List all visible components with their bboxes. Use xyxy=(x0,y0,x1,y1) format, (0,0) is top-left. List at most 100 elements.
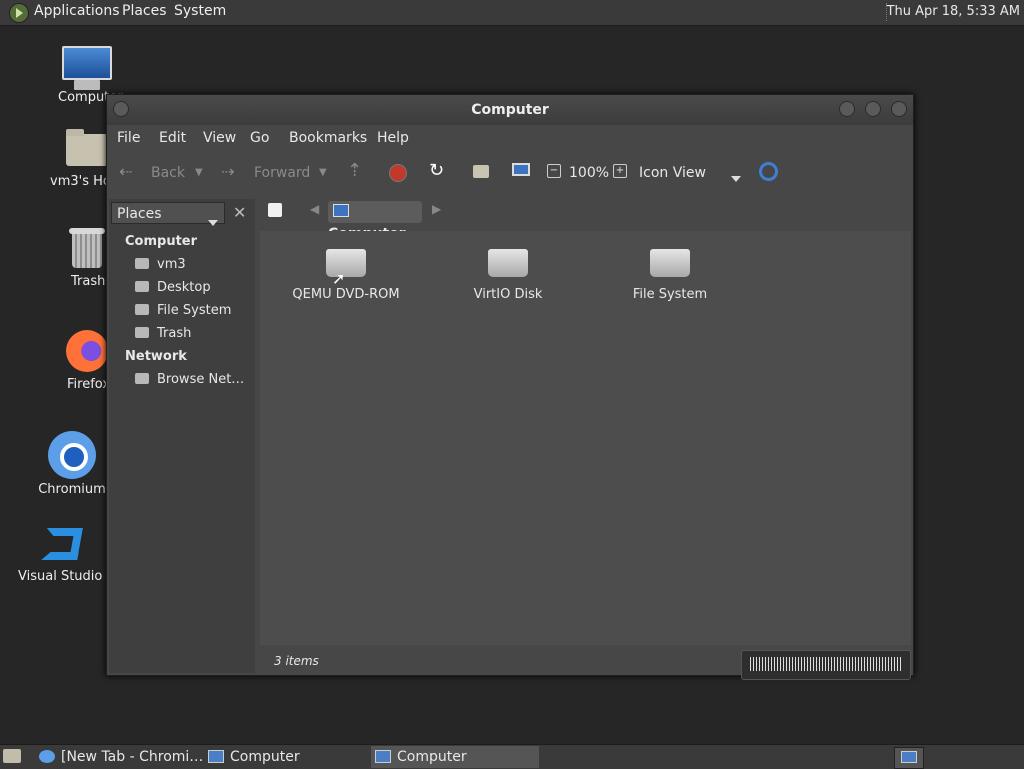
system-menu[interactable]: System xyxy=(174,3,226,19)
top-panel: Applications Places System Thu Apr 18, 5… xyxy=(0,0,1024,26)
sidebar-item-trash[interactable]: Trash xyxy=(135,326,191,341)
view-mode-select[interactable]: Icon View xyxy=(639,165,706,181)
menu-bookmarks[interactable]: Bookmarks xyxy=(289,130,367,146)
resize-grip[interactable] xyxy=(741,650,911,680)
home-icon[interactable] xyxy=(473,165,489,178)
sidebar-item-label: Trash xyxy=(157,326,192,341)
sidebar-heading-network: Network xyxy=(125,349,187,364)
sidebar-item-browse-network[interactable]: Browse Net… xyxy=(135,372,244,387)
places-menu[interactable]: Places xyxy=(122,3,167,19)
file-view[interactable]: QEMU DVD-ROM VirtIO Disk File System ➚ xyxy=(260,231,911,645)
computer-icon xyxy=(62,46,112,80)
sidebar-item-label: vm3 xyxy=(157,257,186,272)
applications-menu[interactable]: Applications xyxy=(34,3,120,19)
up-icon[interactable]: ⇡ xyxy=(347,160,362,181)
desktop-icon-vscode[interactable]: Visual Studio Code xyxy=(18,522,106,584)
maximize-button[interactable] xyxy=(865,101,881,117)
network-icon xyxy=(135,373,149,384)
path-bar: ◀ Computer ▶ xyxy=(260,195,911,242)
workspace-switcher[interactable] xyxy=(894,747,924,769)
taskbar-item-computer-active[interactable]: Computer xyxy=(371,746,539,768)
file-item-label: File System xyxy=(632,287,708,302)
bottom-panel: [New Tab - Chromi… Computer Computer xyxy=(0,744,1024,769)
menu-view[interactable]: View xyxy=(203,130,236,146)
menu-go[interactable]: Go xyxy=(250,130,269,146)
file-item-qemu-dvd-rom[interactable]: QEMU DVD-ROM xyxy=(281,249,411,302)
taskbar-item-chromium[interactable]: [New Tab - Chromi… xyxy=(35,746,221,768)
desktop-folder-icon xyxy=(135,281,149,292)
computer-icon[interactable] xyxy=(512,163,530,176)
applications-logo-icon[interactable] xyxy=(9,3,29,23)
file-item-label: VirtIO Disk xyxy=(473,287,543,302)
sidebar-item-desktop[interactable]: Desktop xyxy=(135,280,211,295)
taskbar-item-label: [New Tab - Chromi… xyxy=(61,749,204,765)
sidebar-item-label: Desktop xyxy=(157,280,211,295)
back-button[interactable]: Back xyxy=(151,165,185,181)
path-scroll-left[interactable]: ◀ xyxy=(310,202,319,216)
zoom-in-icon[interactable]: + xyxy=(613,164,627,178)
desktop-icon-label: Visual Studio Code xyxy=(18,569,106,584)
back-history-dropdown[interactable]: ▼ xyxy=(195,167,203,178)
resize-grip-bars xyxy=(750,657,902,671)
sidebar: Places ✕ Computer vm3 Desktop File Syste… xyxy=(109,199,255,673)
menu-help[interactable]: Help xyxy=(377,130,409,146)
drive-icon xyxy=(135,304,149,315)
trash-icon xyxy=(135,327,149,338)
computer-icon xyxy=(333,204,349,217)
taskbar-item-label: Computer xyxy=(230,749,300,765)
file-item-label: QEMU DVD-ROM xyxy=(292,287,400,302)
taskbar-item-label: Computer xyxy=(397,749,467,765)
home-folder-icon xyxy=(66,129,108,166)
chromium-icon xyxy=(39,750,55,763)
path-scroll-right[interactable]: ▶ xyxy=(432,202,441,216)
places-selector-label: Places xyxy=(117,206,162,222)
places-selector[interactable]: Places xyxy=(111,202,225,226)
zoom-out-icon[interactable]: − xyxy=(547,164,561,178)
toolbar: ⇠ Back ▼ ⇢ Forward ▼ ⇡ ↻ − 100% + Icon V… xyxy=(107,152,913,194)
file-manager-window[interactable]: Computer File Edit View Go Bookmarks Hel… xyxy=(106,94,914,676)
sidebar-item-file-system[interactable]: File System xyxy=(135,303,231,318)
sidebar-item-label: Browse Net… xyxy=(157,372,245,387)
firefox-icon xyxy=(66,330,108,372)
computer-icon xyxy=(208,750,224,763)
zoom-level[interactable]: 100% xyxy=(569,165,609,181)
sidebar-close-icon[interactable]: ✕ xyxy=(233,203,246,222)
window-titlebar[interactable]: Computer xyxy=(107,95,913,125)
chromium-icon xyxy=(48,431,96,479)
file-item-virtio-disk[interactable]: VirtIO Disk xyxy=(443,249,573,302)
forward-history-dropdown[interactable]: ▼ xyxy=(319,167,327,178)
status-text: 3 items xyxy=(274,654,319,668)
hard-disk-icon xyxy=(650,249,690,277)
view-mode-dropdown[interactable] xyxy=(731,170,741,186)
minimize-button[interactable] xyxy=(839,101,855,117)
home-folder-icon xyxy=(135,258,149,269)
trash-icon xyxy=(69,228,105,268)
path-button-computer[interactable]: Computer xyxy=(328,201,422,242)
menu-edit[interactable]: Edit xyxy=(159,130,186,146)
sidebar-item-label: File System xyxy=(157,303,232,318)
forward-button[interactable]: Forward xyxy=(254,165,310,181)
mouse-cursor-icon: ➚ xyxy=(332,269,346,288)
forward-arrow-icon: ⇢ xyxy=(221,162,235,181)
show-desktop-icon[interactable] xyxy=(3,749,21,763)
stop-icon[interactable] xyxy=(389,164,407,182)
close-button[interactable] xyxy=(891,101,907,117)
window-title: Computer xyxy=(471,102,549,118)
window-menu-button[interactable] xyxy=(113,101,129,117)
menubar: File Edit View Go Bookmarks Help xyxy=(107,125,913,151)
vscode-icon xyxy=(40,522,84,566)
menu-file[interactable]: File xyxy=(117,130,140,146)
sidebar-heading-computer: Computer xyxy=(125,234,198,249)
chevron-down-icon xyxy=(731,176,741,182)
taskbar-item-computer[interactable]: Computer xyxy=(204,746,390,768)
edit-location-icon[interactable] xyxy=(268,203,282,217)
sidebar-item-vm3[interactable]: vm3 xyxy=(135,257,186,272)
reload-icon[interactable]: ↻ xyxy=(429,160,444,181)
clock[interactable]: Thu Apr 18, 5:33 AM xyxy=(887,4,1020,19)
back-arrow-icon: ⇠ xyxy=(119,162,133,181)
search-icon[interactable] xyxy=(759,162,778,181)
chevron-down-icon xyxy=(208,211,218,233)
file-item-file-system[interactable]: File System xyxy=(605,249,735,302)
workspace-icon xyxy=(901,751,917,763)
computer-stand xyxy=(74,80,100,90)
